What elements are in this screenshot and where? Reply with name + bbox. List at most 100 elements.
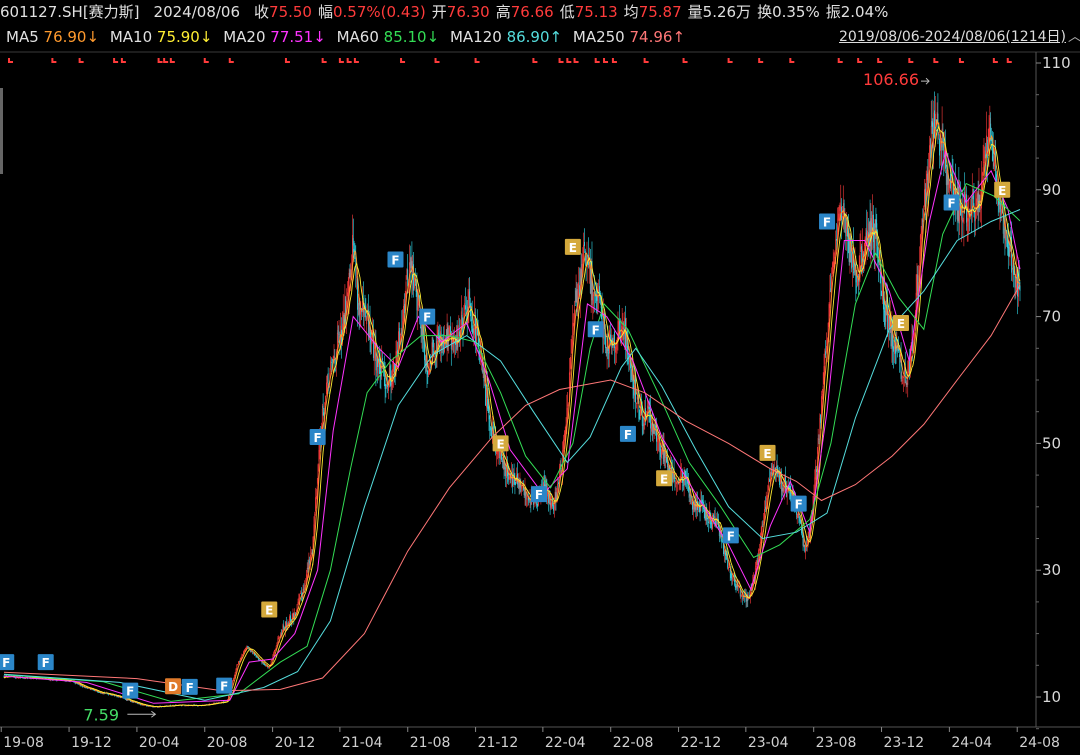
candle-body xyxy=(278,636,280,639)
signal-marker[interactable]: F xyxy=(419,308,436,325)
signal-marker[interactable]: F xyxy=(587,321,604,338)
candle-body xyxy=(376,356,378,374)
candle-body xyxy=(338,333,340,335)
signal-marker[interactable]: F xyxy=(619,425,636,442)
ma60-line xyxy=(3,182,1021,702)
candle-body xyxy=(262,662,264,663)
candle-body xyxy=(1003,228,1005,230)
candle-body xyxy=(424,359,426,365)
top-signal-marker xyxy=(321,58,327,63)
signal-marker[interactable]: D xyxy=(165,678,182,695)
candle-body xyxy=(243,650,245,652)
candle-body xyxy=(713,516,715,519)
candle-body xyxy=(755,565,757,568)
candle-body xyxy=(276,642,278,646)
candle-body xyxy=(800,519,801,524)
candle-body xyxy=(1009,239,1011,258)
candle-body xyxy=(837,218,839,222)
candle-body xyxy=(802,535,804,546)
signal-marker[interactable]: E xyxy=(492,435,509,452)
signal-marker[interactable]: E xyxy=(892,314,909,331)
candle-body xyxy=(1012,264,1014,272)
candle-body xyxy=(701,500,703,502)
signal-marker[interactable]: F xyxy=(122,682,139,699)
candle-body xyxy=(808,531,810,538)
top-signal-marker xyxy=(338,58,344,63)
top-signal-marker xyxy=(8,58,14,63)
top-signal-marker xyxy=(877,58,883,63)
candle-body xyxy=(490,426,492,431)
candle-body xyxy=(967,218,969,222)
candle-body xyxy=(185,705,187,707)
candle-body xyxy=(491,427,492,437)
signal-label: F xyxy=(823,216,831,230)
candle-body xyxy=(986,139,988,159)
signal-marker[interactable]: E xyxy=(994,181,1011,198)
candle-body xyxy=(905,382,907,386)
candle-body xyxy=(840,204,842,206)
candle-body xyxy=(1019,285,1021,291)
signal-marker[interactable]: E xyxy=(656,470,673,487)
candle-body xyxy=(505,467,507,477)
candle-body xyxy=(926,173,928,181)
y-tick-label: 10 xyxy=(1042,688,1061,706)
signal-label: F xyxy=(624,428,632,442)
candle-body xyxy=(238,661,239,665)
candle-body xyxy=(825,351,827,355)
candle-body xyxy=(300,593,301,594)
candle-body xyxy=(921,218,923,234)
signal-marker[interactable]: F xyxy=(37,654,54,671)
candle-body xyxy=(609,330,610,354)
candle-body xyxy=(781,488,783,492)
signal-marker[interactable]: E xyxy=(564,238,581,255)
candle-body xyxy=(916,274,918,296)
candle-body xyxy=(274,648,276,651)
x-tick-label: 22-12 xyxy=(681,735,722,751)
signal-marker[interactable]: E xyxy=(759,444,776,461)
chart-marks xyxy=(3,91,1021,708)
candle-body xyxy=(303,588,305,590)
kline-chart[interactable]: 10 30 50 70 90 110 19-08 19-12 20-04 20-08 20-12 21… xyxy=(0,0,1080,755)
left-scroll-handle[interactable] xyxy=(0,88,3,174)
candle-body xyxy=(893,346,894,352)
candle-body xyxy=(771,472,773,474)
signal-marker[interactable]: E xyxy=(261,601,278,618)
signal-marker[interactable]: F xyxy=(790,495,807,512)
top-signal-marker xyxy=(157,58,163,63)
candle-body xyxy=(881,295,883,297)
candle-body xyxy=(1012,267,1013,270)
candle-body xyxy=(692,501,693,510)
candle-body xyxy=(899,357,901,360)
signal-label: E xyxy=(660,472,668,486)
candle-body xyxy=(651,423,652,432)
candle-body xyxy=(975,211,977,221)
signal-marker[interactable]: F xyxy=(530,486,547,503)
candle-body xyxy=(406,269,408,280)
candle-body xyxy=(427,376,429,377)
candle-body xyxy=(523,488,525,496)
candle-body xyxy=(501,460,503,463)
signal-marker[interactable]: F xyxy=(943,194,960,211)
signal-marker[interactable]: F xyxy=(181,678,198,695)
candle-body xyxy=(138,703,140,705)
candle-body xyxy=(98,692,100,693)
signal-marker[interactable]: F xyxy=(0,654,15,670)
signal-marker[interactable]: F xyxy=(387,251,404,268)
signal-label: F xyxy=(423,311,431,325)
candle-body xyxy=(796,515,798,517)
signal-marker[interactable]: F xyxy=(722,527,739,544)
candle-body xyxy=(712,514,714,529)
ma120-line xyxy=(3,209,1021,701)
signal-marker[interactable]: F xyxy=(819,213,836,230)
candle-body xyxy=(657,438,659,440)
candle-body xyxy=(832,265,834,267)
signal-marker[interactable]: F xyxy=(216,677,233,694)
candle-body xyxy=(630,369,632,381)
signal-label: F xyxy=(947,196,955,210)
signal-marker[interactable]: F xyxy=(309,429,326,446)
candle-body xyxy=(714,516,716,519)
candle-body xyxy=(120,697,122,698)
x-tick-label: 19-12 xyxy=(71,735,112,751)
min-price-label: 7.59 xyxy=(83,705,119,724)
candle-body xyxy=(125,699,127,701)
